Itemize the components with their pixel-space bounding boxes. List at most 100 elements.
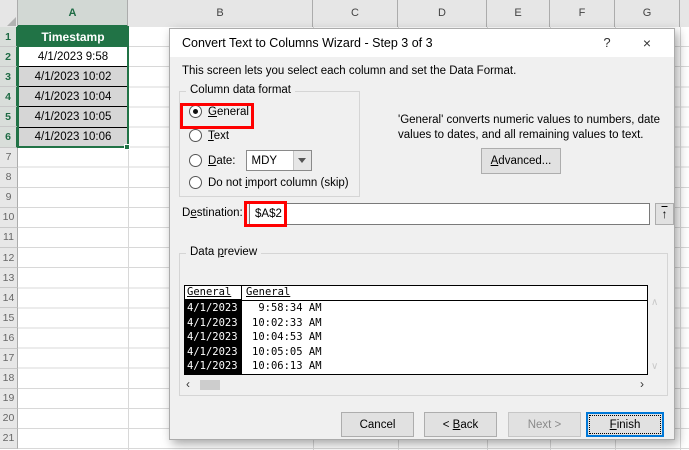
dialog-title: Convert Text to Columns Wizard - Step 3 … <box>182 36 433 50</box>
scroll-down-icon[interactable]: ∨ <box>651 361 658 372</box>
preview-time-cell: 10:04:53 AM <box>252 331 322 344</box>
row-header[interactable]: 11 <box>0 227 18 249</box>
radio-button-icon[interactable] <box>189 105 202 118</box>
preview-time-cell: 10:02:33 AM <box>252 316 322 329</box>
chevron-down-icon <box>298 158 306 163</box>
column-header-row: A B C D E F G <box>0 0 689 27</box>
collapse-dialog-icon[interactable]: ↑ <box>655 203 674 225</box>
dialog-instruction: This screen lets you select each column … <box>182 65 517 77</box>
row-header[interactable]: 21 <box>0 428 18 449</box>
column-header-a[interactable]: A <box>18 0 128 27</box>
radio-button-icon[interactable] <box>189 154 202 167</box>
preview-time-cell: 9:58:34 AM <box>252 302 322 314</box>
back-button[interactable]: < Back <box>424 412 497 437</box>
advanced-button[interactable]: Advanced... <box>481 148 561 174</box>
dialog-titlebar[interactable]: Convert Text to Columns Wizard - Step 3 … <box>170 29 674 57</box>
column-header-c[interactable]: C <box>313 0 398 27</box>
preview-col2-header[interactable]: General <box>242 286 647 300</box>
row-header[interactable]: 18 <box>0 368 18 389</box>
scroll-up-icon[interactable]: ∧ <box>651 297 658 308</box>
preview-date-cell: 4/1/2023 <box>187 360 238 373</box>
row-header[interactable]: 2 <box>0 47 18 68</box>
row-header[interactable]: 8 <box>0 167 18 188</box>
column-header-g[interactable]: G <box>615 0 680 27</box>
gridline <box>680 27 681 450</box>
general-format-note: 'General' converts numeric values to num… <box>398 114 660 141</box>
preview-horizontal-scrollbar[interactable]: ‹ › <box>184 378 648 392</box>
row-header[interactable]: 10 <box>0 207 18 228</box>
radio-general-label: General <box>208 105 249 118</box>
radio-skip-label: Do not import column (skip) <box>208 176 349 189</box>
column-a-cells: 4/1/2023 9:58 4/1/2023 10:02 4/1/2023 10:0… <box>18 47 128 148</box>
row-header[interactable]: 19 <box>0 388 18 409</box>
column-header-d[interactable]: D <box>398 0 487 27</box>
scrollbar-thumb[interactable] <box>200 380 220 390</box>
finish-button[interactable]: Finish <box>586 412 664 437</box>
preview-time-cell: 10:05:05 AM <box>252 345 322 358</box>
destination-input[interactable]: $A$2 <box>249 203 650 225</box>
column-header-b[interactable]: B <box>128 0 313 27</box>
row-header[interactable]: 14 <box>0 288 18 309</box>
cancel-button[interactable]: Cancel <box>341 412 414 437</box>
preview-col1-header[interactable]: General <box>185 286 242 300</box>
data-preview-legend: Data preview <box>186 246 262 258</box>
preview-body: 4/1/2023 4/1/2023 4/1/2023 4/1/2023 4/1/2023… <box>185 301 647 374</box>
preview-header-row: General General <box>185 286 647 301</box>
row-header[interactable]: 17 <box>0 348 18 369</box>
column-data-format-group: Column data format General Text Date: MD… <box>179 84 360 197</box>
date-format-dropdown[interactable]: MDY <box>245 150 312 171</box>
row-header[interactable]: 12 <box>0 248 18 269</box>
row-header[interactable]: 5 <box>0 107 18 128</box>
text-to-columns-wizard-dialog: Convert Text to Columns Wizard - Step 3 … <box>169 28 675 440</box>
date-format-value: MDY <box>251 154 278 167</box>
select-all-corner[interactable] <box>0 0 18 27</box>
row-header[interactable]: 20 <box>0 408 18 429</box>
preview-time-cell: 10:06:13 AM <box>252 360 322 373</box>
radio-text-label: Text <box>208 129 230 142</box>
cell-timestamp-value[interactable]: 4/1/2023 10:04 <box>18 87 128 108</box>
column-header-f[interactable]: F <box>550 0 615 27</box>
fill-handle[interactable] <box>124 144 130 150</box>
data-preview-table[interactable]: General General 4/1/2023 4/1/2023 4/1/2023… <box>184 285 648 375</box>
row-header[interactable]: 1 <box>0 27 18 48</box>
next-button: Next > <box>508 412 581 437</box>
radio-skip[interactable]: Do not import column (skip) <box>189 176 349 189</box>
excel-window: A B C D E F G 1 2 3 4 5 6 7 8 9 10 11 12 13 14 15 16 17 1… <box>0 0 689 450</box>
preview-date-cell: 4/1/2023 <box>187 302 238 314</box>
radio-date-label: Date: <box>208 154 236 167</box>
column-data-format-legend: Column data format <box>186 84 295 96</box>
preview-date-cell: 4/1/2023 <box>187 331 238 344</box>
gridline <box>128 27 129 450</box>
cell-timestamp-value[interactable]: 4/1/2023 10:06 <box>18 127 128 148</box>
preview-time-column[interactable]: 9:58:34 AM 10:02:33 AM 10:04:53 AM 10:05:05… <box>242 301 647 374</box>
cell-timestamp-value[interactable]: 4/1/2023 9:58 <box>18 47 128 68</box>
cell-timestamp-value[interactable]: 4/1/2023 10:02 <box>18 67 128 88</box>
radio-text[interactable]: Text <box>189 129 229 142</box>
close-icon[interactable]: × <box>630 29 664 57</box>
help-icon[interactable]: ? <box>594 29 620 57</box>
radio-date[interactable]: Date: MDY <box>189 150 312 171</box>
column-header-e[interactable]: E <box>487 0 550 27</box>
row-header[interactable]: 13 <box>0 268 18 289</box>
cell-a1-timestamp-header[interactable]: Timestamp <box>18 27 128 48</box>
row-header-column: 1 2 3 4 5 6 7 8 9 10 11 12 13 14 15 16 17 18 19 20 21 <box>0 27 18 449</box>
radio-button-icon[interactable] <box>189 129 202 142</box>
preview-date-column-selected[interactable]: 4/1/2023 4/1/2023 4/1/2023 4/1/2023 4/1/2023 <box>185 301 242 374</box>
row-header[interactable]: 9 <box>0 187 18 208</box>
row-header[interactable]: 7 <box>0 147 18 168</box>
destination-label: Destination: <box>182 207 243 219</box>
radio-button-icon[interactable] <box>189 176 202 189</box>
dropdown-button[interactable] <box>292 151 311 170</box>
preview-date-cell: 4/1/2023 <box>187 316 238 329</box>
preview-date-cell: 4/1/2023 <box>187 345 238 358</box>
cell-timestamp-value[interactable]: 4/1/2023 10:05 <box>18 107 128 128</box>
radio-general[interactable]: General <box>189 105 249 118</box>
scroll-left-icon[interactable]: ‹ <box>186 378 190 392</box>
row-header[interactable]: 15 <box>0 308 18 329</box>
row-header[interactable]: 3 <box>0 67 18 88</box>
scroll-right-icon[interactable]: › <box>640 378 644 392</box>
row-header[interactable]: 6 <box>0 127 18 148</box>
row-header[interactable]: 16 <box>0 328 18 349</box>
row-header[interactable]: 4 <box>0 87 18 108</box>
column-header-partial <box>680 0 689 27</box>
